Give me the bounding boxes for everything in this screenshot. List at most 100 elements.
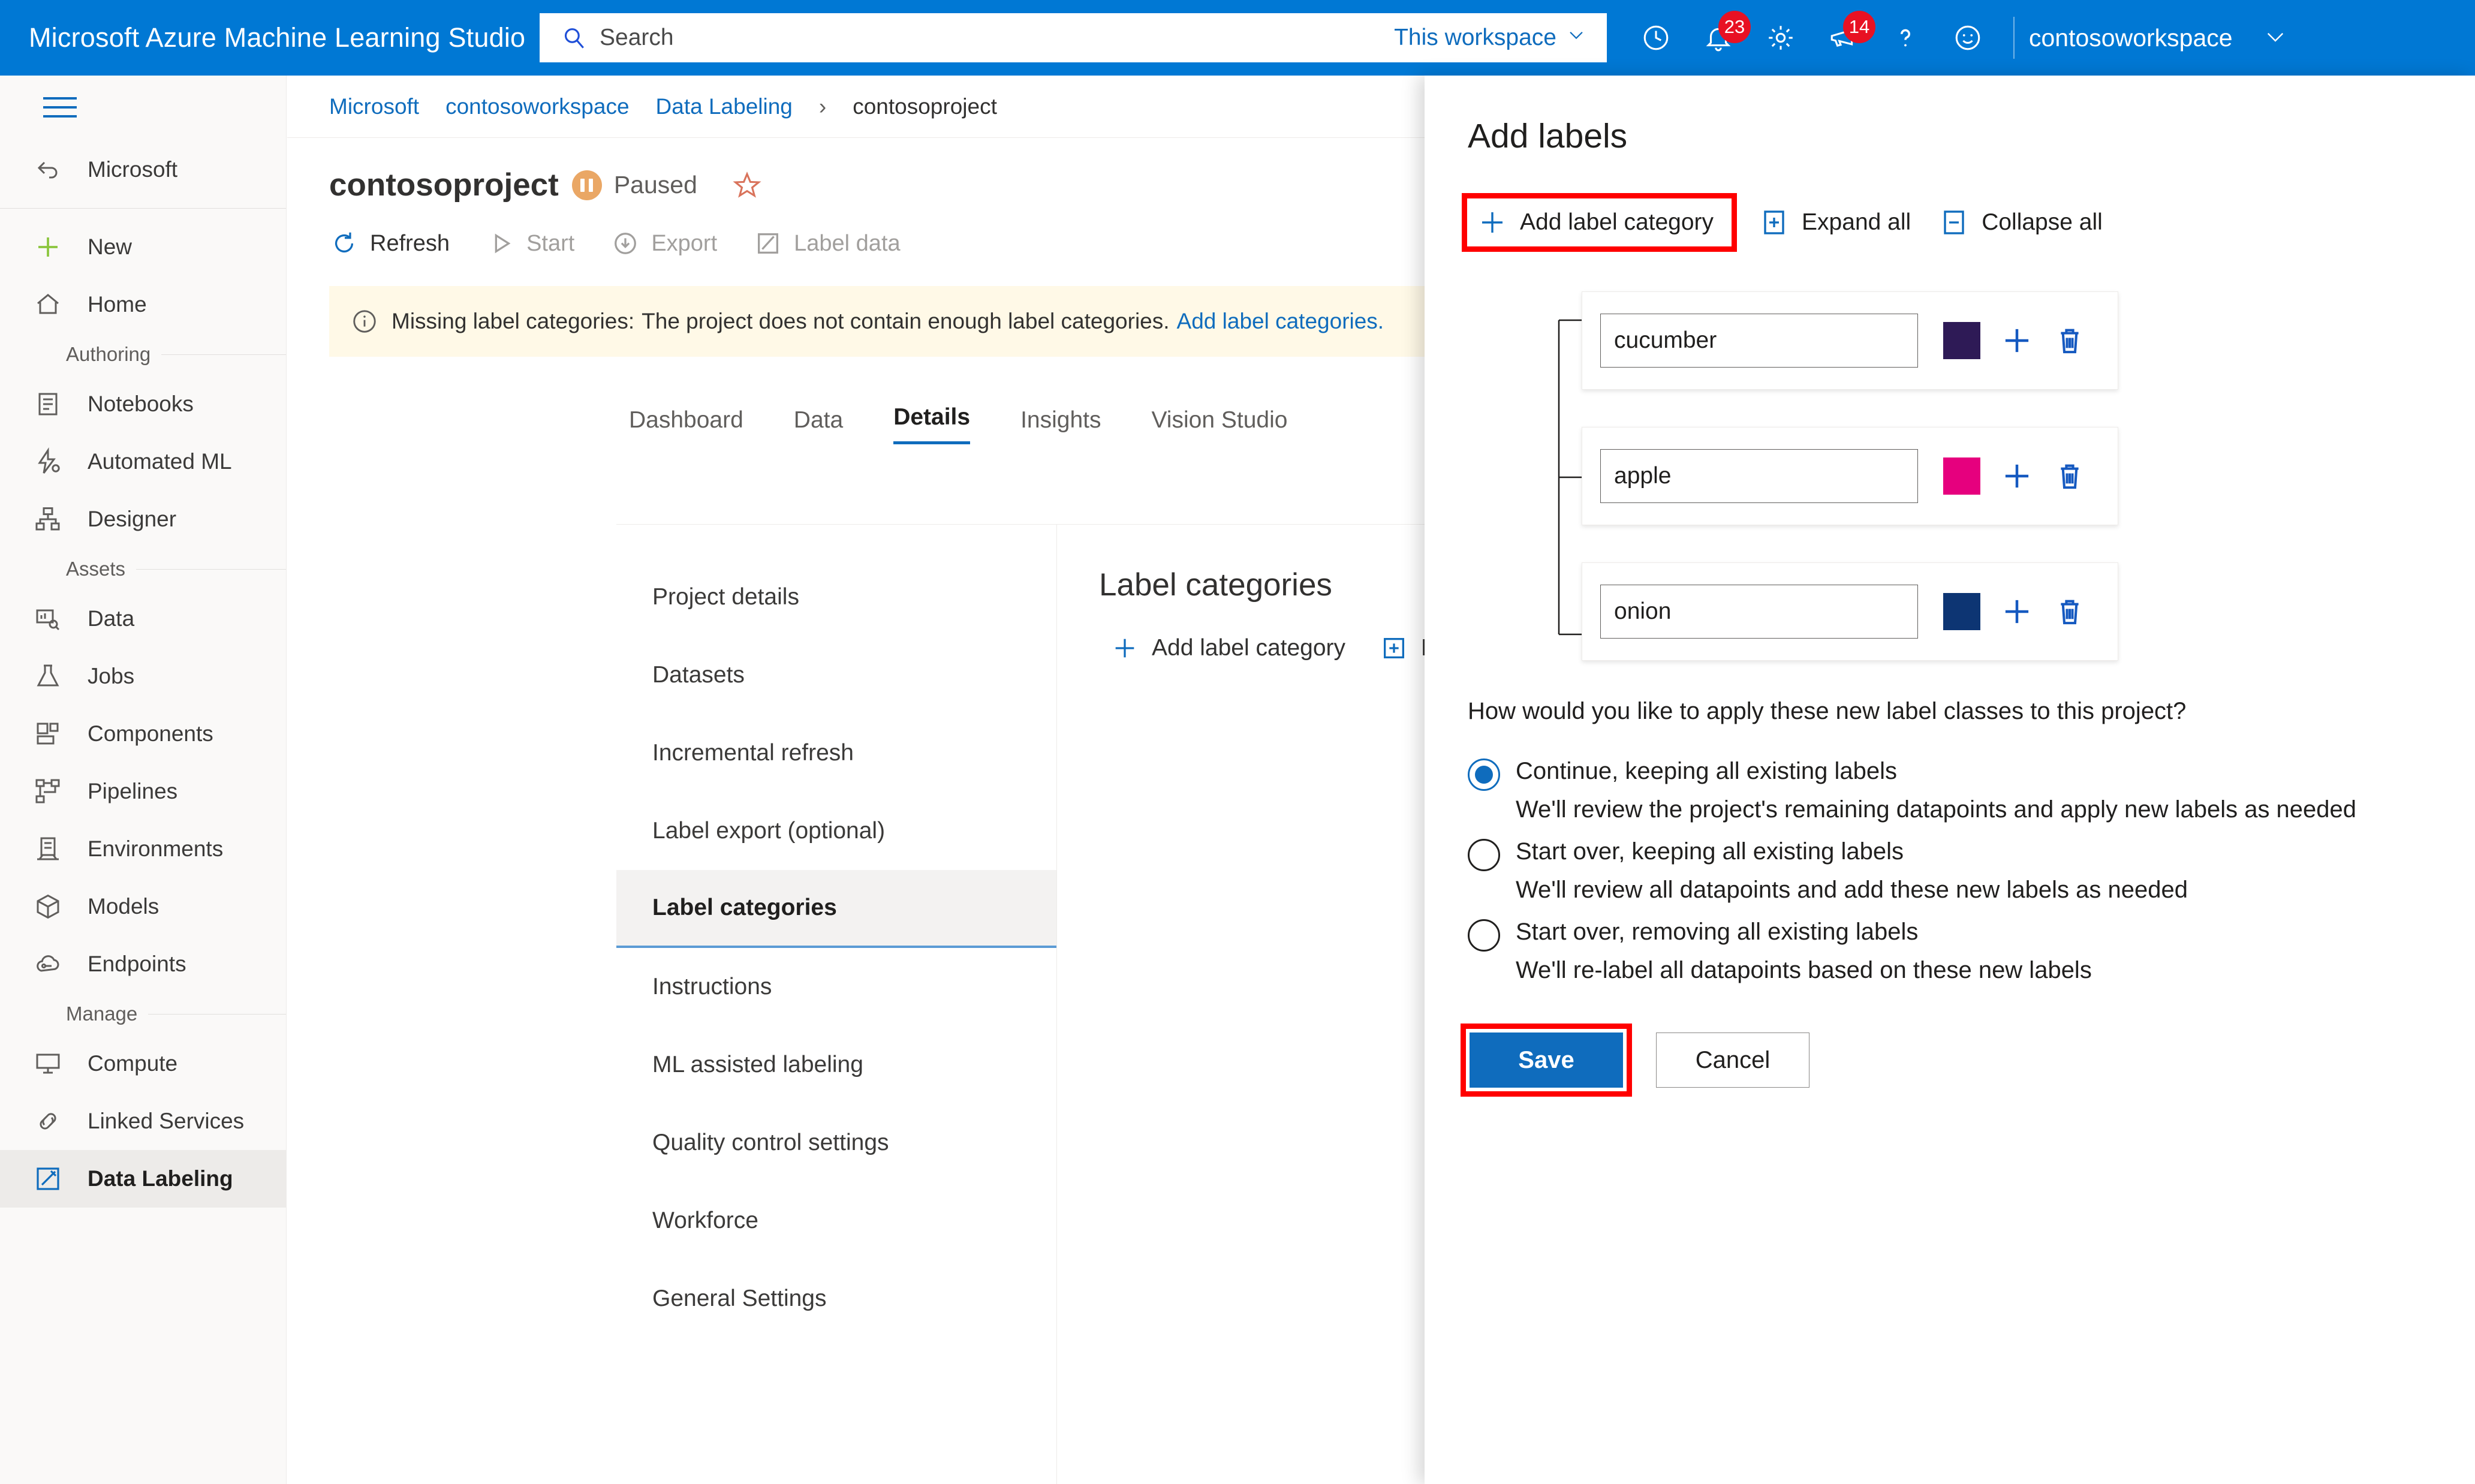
sidenav-item-label-export[interactable]: Label export (optional) <box>616 792 1056 870</box>
jobs-flask-icon <box>34 661 68 692</box>
workspace-chevron-down-icon[interactable] <box>2263 24 2288 52</box>
sidebar-item-label: Automated ML <box>88 449 232 474</box>
sidenav-item-quality-control-settings[interactable]: Quality control settings <box>616 1104 1056 1182</box>
radio-button[interactable] <box>1468 919 1500 952</box>
sidenav-item-incremental-refresh[interactable]: Incremental refresh <box>616 714 1056 792</box>
sidenav-item-label-categories[interactable]: Label categories <box>616 870 1056 948</box>
sidebar-item-new[interactable]: New <box>0 218 286 276</box>
breadcrumb-item-data-labeling[interactable]: Data Labeling <box>656 94 793 119</box>
sidebar-item-pipelines[interactable]: Pipelines <box>0 763 286 820</box>
sidenav-item-workforce[interactable]: Workforce <box>616 1182 1056 1260</box>
sidebar-item-label: Data Labeling <box>88 1166 233 1191</box>
star-icon[interactable] <box>732 170 762 200</box>
search-input[interactable] <box>600 25 1395 51</box>
workspace-name[interactable]: contosoworkspace <box>2029 24 2233 52</box>
label-color-swatch[interactable] <box>1943 457 1980 495</box>
breadcrumb-item-microsoft[interactable]: Microsoft <box>329 94 419 119</box>
save-button[interactable]: Save <box>1470 1033 1623 1088</box>
radio-option-start-over-keep[interactable]: Start over, keeping all existing labels … <box>1468 836 2475 906</box>
sidenav-item-general-settings[interactable]: General Settings <box>616 1260 1056 1338</box>
help-icon[interactable] <box>1874 0 1937 76</box>
start-button[interactable]: Start <box>487 230 574 257</box>
add-child-label-icon[interactable] <box>2001 324 2033 357</box>
panel-add-label-category-button[interactable]: Add label category <box>1478 208 1714 237</box>
breadcrumb-item-workspace[interactable]: contosoworkspace <box>445 94 629 119</box>
label-color-swatch[interactable] <box>1943 322 1980 359</box>
sidenav-item-ml-assisted-labeling[interactable]: ML assisted labeling <box>616 1026 1056 1104</box>
add-child-label-icon[interactable] <box>2001 460 2033 492</box>
sidenav-item-instructions[interactable]: Instructions <box>616 948 1056 1026</box>
sidebar-item-notebooks[interactable]: Notebooks <box>0 375 286 433</box>
sidebar-item-jobs[interactable]: Jobs <box>0 648 286 705</box>
add-child-label-icon[interactable] <box>2001 595 2033 628</box>
sidebar-item-linked-services[interactable]: Linked Services <box>0 1092 286 1150</box>
sidebar-item-label: Microsoft <box>88 157 178 182</box>
sidenav-item-datasets[interactable]: Datasets <box>616 636 1056 714</box>
radio-option-start-over-remove[interactable]: Start over, removing all existing labels… <box>1468 917 2475 986</box>
add-label-category-button[interactable]: Add label category <box>1111 634 1345 662</box>
plus-icon <box>34 231 68 263</box>
sidebar-item-data[interactable]: Data <box>0 590 286 648</box>
radio-description: We'll re-label all datapoints based on t… <box>1516 957 2092 983</box>
clock-icon[interactable] <box>1625 0 1687 76</box>
sidenav-item-project-details[interactable]: Project details <box>616 558 1056 636</box>
tab-details[interactable]: Details <box>893 404 971 444</box>
chevron-down-icon <box>1566 25 1586 51</box>
panel-collapse-all-button[interactable]: Collapse all <box>1940 208 2103 237</box>
sidebar-item-label: Linked Services <box>88 1109 245 1133</box>
cancel-button[interactable]: Cancel <box>1656 1033 1809 1088</box>
hamburger-menu-icon[interactable] <box>0 76 286 141</box>
tab-vision-studio[interactable]: Vision Studio <box>1152 407 1288 444</box>
sidebar-item-components[interactable]: Components <box>0 705 286 763</box>
sidebar-item-compute[interactable]: Compute <box>0 1035 286 1092</box>
search-scope-label: This workspace <box>1394 25 1556 50</box>
sidebar-item-automated-ml[interactable]: Automated ML <box>0 433 286 490</box>
label-category-row <box>1582 427 2118 525</box>
delete-label-trash-icon[interactable] <box>2054 460 2086 492</box>
sidebar-item-endpoints[interactable]: Endpoints <box>0 935 286 993</box>
sidebar-item-environments[interactable]: Environments <box>0 820 286 878</box>
tab-insights[interactable]: Insights <box>1020 407 1101 444</box>
tab-data[interactable]: Data <box>794 407 843 444</box>
delete-label-trash-icon[interactable] <box>2054 324 2086 357</box>
radio-button[interactable] <box>1468 839 1500 871</box>
sidebar-item-designer[interactable]: Designer <box>0 490 286 548</box>
sidebar-item-label: Environments <box>88 836 224 861</box>
environments-icon <box>34 833 68 865</box>
export-button[interactable]: Export <box>612 230 717 257</box>
label-data-button[interactable]: Label data <box>754 230 901 257</box>
tool-label: Add label category <box>1520 209 1714 235</box>
banner-add-label-categories-link[interactable]: Add label categories. <box>1177 309 1384 334</box>
command-label: Refresh <box>370 230 450 256</box>
panel-expand-all-button[interactable]: Expand all <box>1760 208 1911 237</box>
refresh-button[interactable]: Refresh <box>330 230 450 257</box>
command-label: Export <box>651 230 718 256</box>
add-labels-panel: Add labels Add label category Expand all… <box>1425 76 2475 1484</box>
breadcrumb-item-project: contosoproject <box>853 94 997 119</box>
header-icon-group: 23 14 contosoworkspace <box>1625 0 2312 76</box>
radio-description: We'll review all datapoints and add thes… <box>1516 877 2188 903</box>
sidebar-item-models[interactable]: Models <box>0 878 286 935</box>
sidebar-item-microsoft-back[interactable]: Microsoft <box>0 141 286 198</box>
sidebar-item-data-labeling[interactable]: Data Labeling <box>0 1150 286 1208</box>
label-color-swatch[interactable] <box>1943 593 1980 630</box>
label-name-input[interactable] <box>1600 314 1918 368</box>
rail-group-manage: Manage <box>0 993 286 1035</box>
label-name-input[interactable] <box>1600 449 1918 503</box>
sidebar-item-home[interactable]: Home <box>0 276 286 333</box>
label-name-input[interactable] <box>1600 585 1918 639</box>
smiley-feedback-icon[interactable] <box>1937 0 1999 76</box>
radio-option-continue[interactable]: Continue, keeping all existing labels We… <box>1468 756 2475 826</box>
rail-group-rule <box>148 1013 286 1015</box>
radio-button[interactable] <box>1468 758 1500 791</box>
sidebar-item-label: New <box>88 234 133 259</box>
global-search[interactable]: This workspace <box>540 13 1607 62</box>
feedback-megaphone-icon[interactable]: 14 <box>1812 0 1875 76</box>
search-scope-dropdown[interactable]: This workspace <box>1394 25 1586 51</box>
delete-label-trash-icon[interactable] <box>2054 595 2086 628</box>
tool-label: Add label category <box>1152 635 1346 661</box>
gear-icon[interactable] <box>1750 0 1812 76</box>
tab-dashboard[interactable]: Dashboard <box>629 407 743 444</box>
designer-icon <box>34 504 68 535</box>
notifications-bell-icon[interactable]: 23 <box>1687 0 1751 76</box>
